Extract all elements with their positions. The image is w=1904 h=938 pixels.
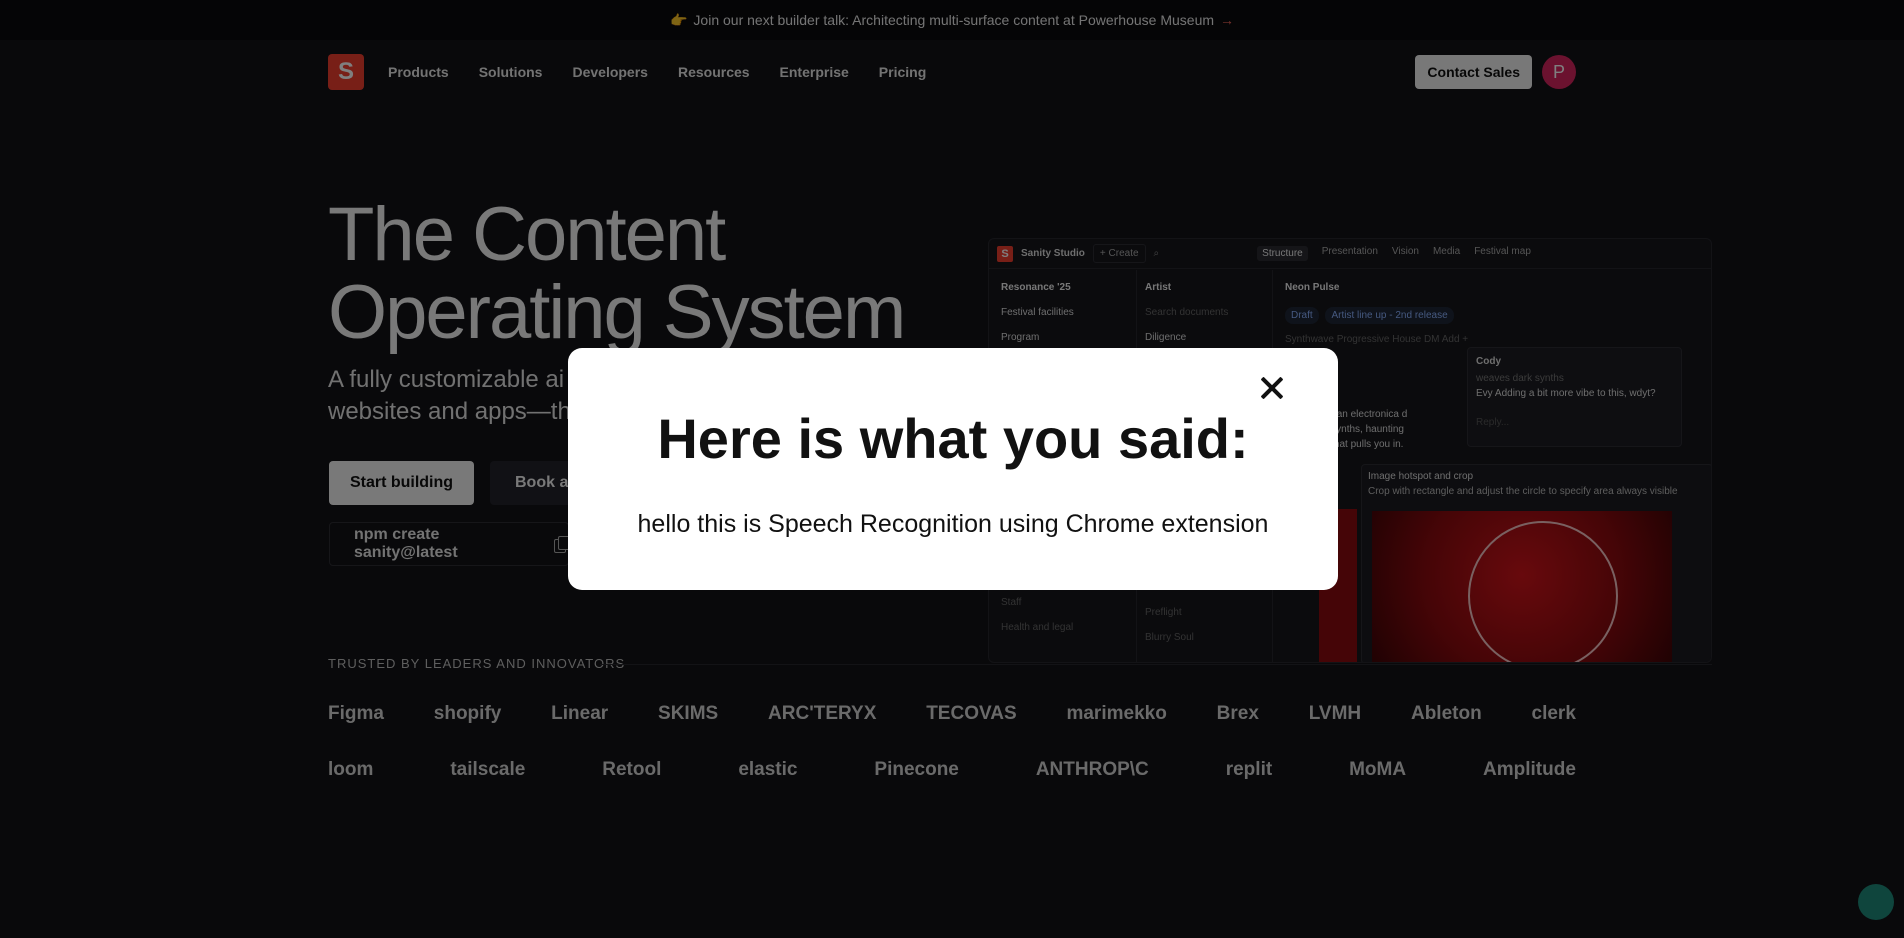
modal-title: Here is what you said: [657,407,1249,470]
page: 👉 Join our next builder talk: Architecti… [0,0,1904,938]
close-icon[interactable] [1255,370,1289,404]
modal-transcript: hello this is Speech Recognition using C… [637,510,1269,538]
speech-result-modal: Here is what you said: hello this is Spe… [568,348,1338,590]
